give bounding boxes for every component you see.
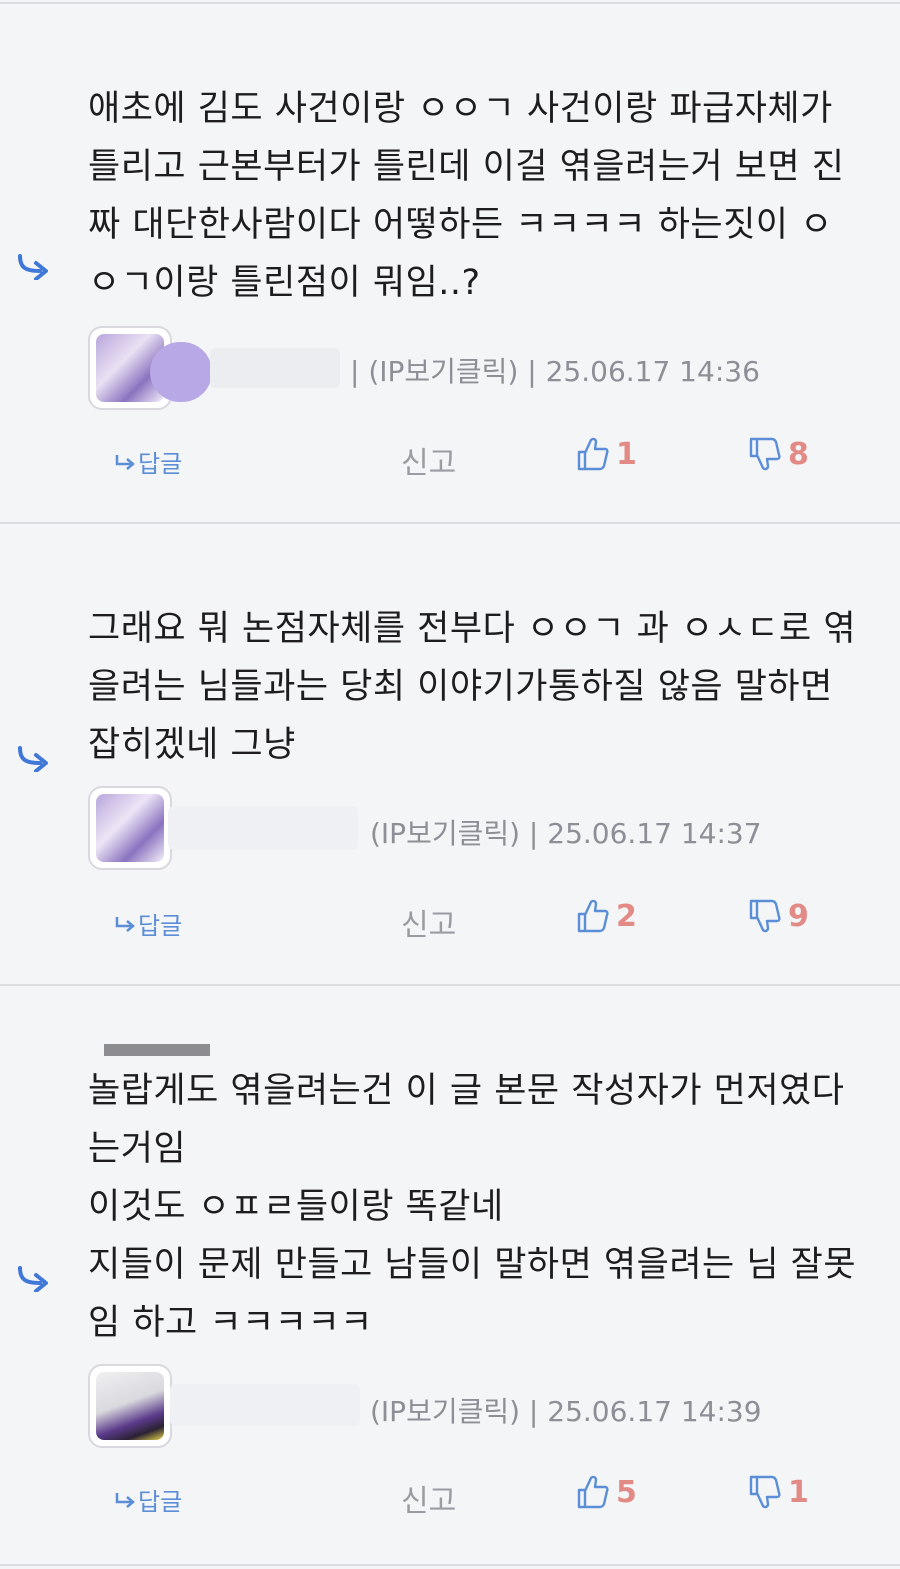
- report-button[interactable]: 신고: [401, 1476, 456, 1520]
- reply-label: 답글: [138, 1488, 183, 1516]
- reply-arrow-icon: [18, 746, 48, 772]
- avatar[interactable]: [88, 1364, 172, 1448]
- comment-actions: 답글 신고 5 1: [0, 1474, 900, 1524]
- thumbs-up-icon: [577, 1475, 609, 1509]
- comment-text: 놀랍게도 엮을려는건 이 글 본문 작성자가 먼저였다 는거임 이것도 ㅇㅍㄹ들…: [88, 1071, 857, 1343]
- reply-button[interactable]: 답글: [114, 1482, 182, 1517]
- reply-label: 답글: [138, 912, 183, 940]
- reply-button[interactable]: 답글: [114, 444, 182, 479]
- comment-actions: 답글 신고 2 9: [0, 898, 900, 948]
- thumbs-down-icon: [749, 899, 781, 933]
- report-button[interactable]: 신고: [401, 900, 456, 944]
- thumbs-down-icon: [749, 1475, 781, 1509]
- comment-meta: (IP보기클릭) | 25.06.17 14:37: [370, 817, 762, 850]
- like-button[interactable]: 1: [576, 436, 637, 472]
- like-button[interactable]: 5: [576, 1474, 637, 1510]
- dislike-button[interactable]: 1: [748, 1474, 809, 1510]
- comment-2: 그래요 뭐 논점자체를 전부다 ㅇㅇㄱ 과 ㅇㅅㄷ로 엮 을려는 님들과는 당최…: [0, 524, 900, 984]
- reply-small-arrow-icon: [115, 916, 135, 932]
- reply-arrow-icon: [18, 1266, 48, 1292]
- dislike-count: 9: [788, 898, 809, 934]
- thumbs-down-icon: [749, 437, 781, 471]
- comment-3: 놀랍게도 엮을려는건 이 글 본문 작성자가 먼저였다 는거임 이것도 ㅇㅍㄹ들…: [0, 986, 900, 1566]
- comment-1: 애초에 김도 사건이랑 ㅇㅇㄱ 사건이랑 파급자체가 틀리고 근본부터가 틀린데…: [0, 0, 900, 522]
- like-count: 1: [616, 436, 637, 472]
- comment-text: 그래요 뭐 논점자체를 전부다 ㅇㅇㄱ 과 ㅇㅅㄷ로 엮 을려는 님들과는 당최…: [88, 609, 857, 765]
- comment-meta: | (IP보기클릭) | 25.06.17 14:36: [350, 355, 760, 388]
- reply-arrow-icon: [18, 254, 48, 280]
- comment-meta: (IP보기클릭) | 25.06.17 14:39: [370, 1395, 762, 1428]
- thumbs-up-icon: [577, 437, 609, 471]
- reply-button[interactable]: 답글: [114, 906, 182, 941]
- blurred-username: [170, 1384, 360, 1426]
- comment-actions: 답글 신고 1 8: [0, 436, 900, 486]
- like-count: 2: [616, 898, 637, 934]
- blurred-username: [150, 342, 212, 402]
- like-button[interactable]: 2: [576, 898, 637, 934]
- blurred-username: [210, 348, 340, 388]
- dislike-button[interactable]: 9: [748, 898, 809, 934]
- redacted-bar: [104, 1044, 210, 1056]
- dislike-count: 1: [788, 1474, 809, 1510]
- thumbs-up-icon: [577, 899, 609, 933]
- reply-label: 답글: [138, 450, 183, 478]
- like-count: 5: [616, 1474, 637, 1510]
- bottom-divider: [0, 1564, 900, 1566]
- reply-small-arrow-icon: [115, 1492, 135, 1508]
- avatar[interactable]: [88, 786, 172, 870]
- dislike-count: 8: [788, 436, 809, 472]
- dislike-button[interactable]: 8: [748, 436, 809, 472]
- blurred-username: [168, 806, 358, 850]
- comment-text: 애초에 김도 사건이랑 ㅇㅇㄱ 사건이랑 파급자체가 틀리고 근본부터가 틀린데…: [88, 89, 845, 303]
- report-button[interactable]: 신고: [401, 438, 456, 482]
- reply-small-arrow-icon: [115, 454, 135, 470]
